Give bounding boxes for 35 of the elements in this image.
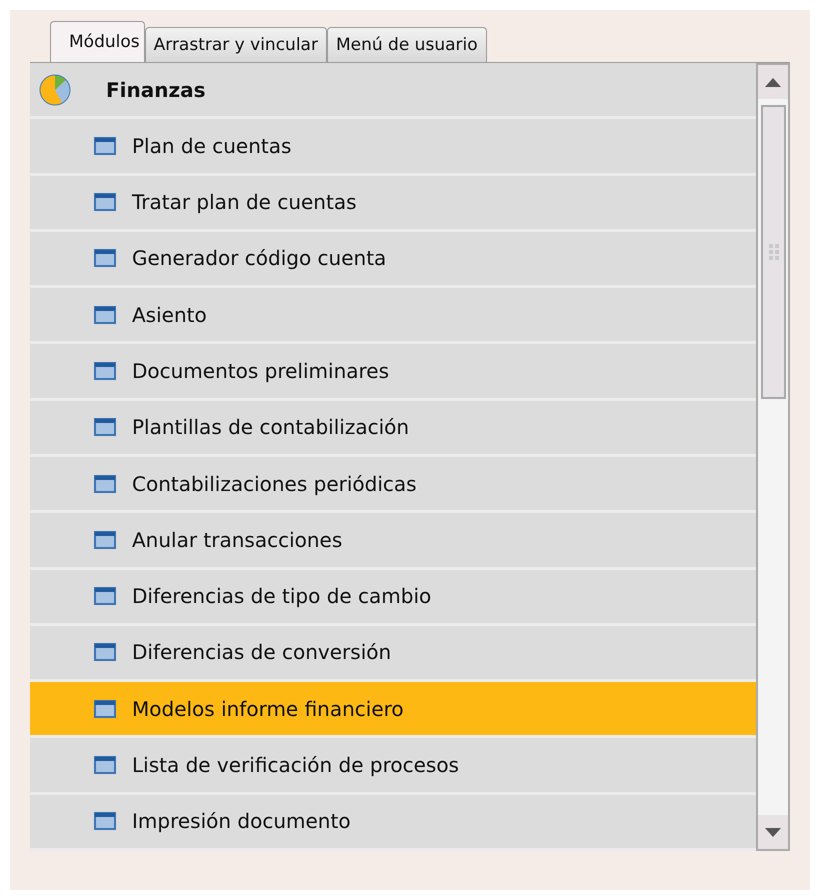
window-icon xyxy=(94,756,116,774)
pie-chart-icon xyxy=(38,72,72,108)
tab[interactable]: Arrastrar y vincular xyxy=(144,27,327,62)
menu-item[interactable]: Plan de cuentas xyxy=(30,119,756,176)
window-icon xyxy=(94,249,116,268)
window-icon xyxy=(94,643,116,662)
menu-item[interactable]: Plantillas de contabilización xyxy=(30,400,756,457)
window-icon xyxy=(94,587,116,606)
menu-item[interactable]: Contabilizaciones periódicas xyxy=(30,456,756,514)
scrollbar[interactable] xyxy=(756,63,790,851)
window-icon xyxy=(94,700,116,718)
tab[interactable]: Módulos xyxy=(50,21,145,62)
menu-item[interactable]: Documentos preliminares xyxy=(30,344,756,401)
module-title: Finanzas xyxy=(106,78,206,102)
scroll-down-icon[interactable] xyxy=(765,828,781,836)
menu-item[interactable]: Asiento xyxy=(30,288,756,344)
window-icon xyxy=(94,812,116,830)
window-icon xyxy=(94,530,116,549)
menu-item[interactable]: Anular transacciones xyxy=(30,513,756,570)
window-icon xyxy=(94,362,116,380)
window-icon xyxy=(94,474,116,493)
module-header[interactable]: Finanzas xyxy=(30,63,756,120)
menu-item[interactable]: Generador código cuenta xyxy=(30,232,756,288)
menu-item[interactable]: Lista de verificación de procesos xyxy=(30,738,756,795)
menu-item[interactable]: Modelos informe financiero xyxy=(30,682,756,738)
scroll-up-icon[interactable] xyxy=(765,78,781,86)
window-icon xyxy=(94,136,116,155)
menu-item[interactable]: Tratar plan de cuentas xyxy=(30,176,756,232)
window-icon xyxy=(94,418,116,436)
tab[interactable]: Menú de usuario xyxy=(326,27,487,62)
menu-item[interactable]: Impresión documento xyxy=(30,794,756,851)
menu-item[interactable]: Diferencias de tipo de cambio xyxy=(30,570,756,626)
grip-icon xyxy=(768,244,778,260)
window-icon xyxy=(94,193,116,212)
window-icon xyxy=(94,306,116,324)
